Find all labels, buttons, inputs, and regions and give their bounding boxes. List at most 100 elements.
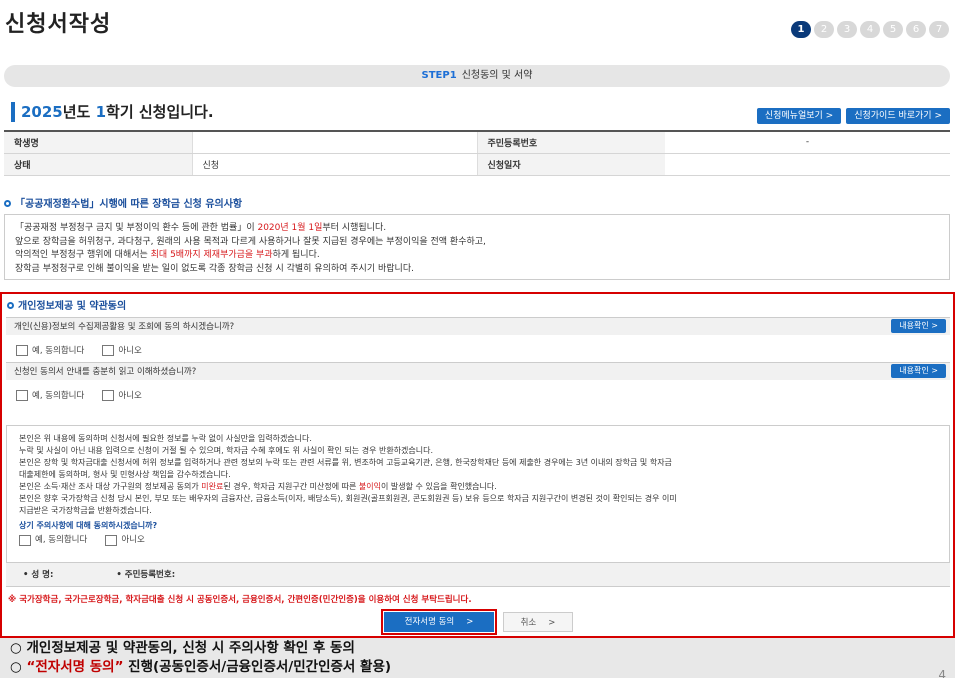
status-value: 신청 xyxy=(191,153,478,176)
student-name-label: 학생명 xyxy=(4,131,192,154)
student-name-value xyxy=(191,131,478,154)
option-label: 아니오 xyxy=(118,391,142,401)
step-6: 6 xyxy=(906,21,926,38)
step-2: 2 xyxy=(814,21,834,38)
notice-line: 장학금 부정청구로 인해 불이익을 받는 일이 없도록 각종 장학금 신청 시 … xyxy=(15,263,939,277)
rrn-label: 주민등록번호 xyxy=(477,131,665,154)
checkbox[interactable] xyxy=(19,534,31,546)
step-bar: STEP1 신청동의 및 서약 xyxy=(4,65,950,87)
pledge-question: 상기 주의사항에 대해 동의하시겠습니까? xyxy=(19,521,158,530)
notice-text: 부터 시행됩니다. xyxy=(322,223,387,233)
chevron-right-icon: > xyxy=(548,618,556,628)
apply-date-value xyxy=(665,153,950,176)
e-signature-agree-button[interactable]: 전자서명 동의 > xyxy=(384,612,494,632)
step-bar-step: STEP1 xyxy=(421,70,457,81)
manual-view-button[interactable]: 신청메뉴얼보기 > xyxy=(756,108,842,124)
pledge-line: 본인은 위 내용에 동의하며 신청서에 필요한 정보를 누락 없이 사실만을 입… xyxy=(19,433,937,445)
semester-year-suffix: 년도 xyxy=(62,103,91,121)
notice-highlight: 2020년 1월 1일 xyxy=(257,223,323,233)
checkbox[interactable] xyxy=(102,389,115,401)
checkbox[interactable] xyxy=(16,344,28,356)
status-label: 상태 xyxy=(4,153,192,176)
footer-rest: 진행(공동인증서/금융인증서/민간인증서 활용) xyxy=(123,659,392,675)
certificate-warning: ※ 국가장학금, 국가근로장학금, 학자금대출 신청 시 공동인증서, 금융인증… xyxy=(8,595,472,605)
notice-line: 악의적인 부정청구 행위에 대해서는 최대 5배까지 제재부가금을 부과하게 됩… xyxy=(15,249,939,263)
pledge-text: 된 경우, 학자금 지원구간 미산정에 따른 xyxy=(223,482,359,491)
disagree-option[interactable]: 아니오 xyxy=(102,344,142,356)
page-title: 신청서작성 xyxy=(5,12,112,37)
notice-box: 「공공재정 부정청구 금지 및 부정이익 환수 등에 관한 법률」이 2020년… xyxy=(4,214,950,280)
pledge-text: 본인은 소득·재산 조사 대상 가구원의 정보제공 동의가 xyxy=(19,482,202,491)
pledge-highlight: 미완료 xyxy=(201,482,224,491)
circle-bullet-icon xyxy=(4,199,11,207)
notice-text: 앞으로 장학금을 허위청구, 과다청구, 원래의 사용 목적과 다르게 사용하거… xyxy=(15,236,486,247)
semester-term-suffix: 학기 신청입니다. xyxy=(106,103,214,121)
step-7: 7 xyxy=(929,21,949,38)
pledge-text: 본인은 장학 및 학자금대출 신청서에 허위 정보를 입력하거나 관련 정보의 … xyxy=(19,458,672,467)
question-text: 신청인 동의서 안내를 충분히 읽고 이해하셨습니까? xyxy=(14,367,197,377)
step-1: 1 xyxy=(791,21,811,38)
consent-section-title: 개인정보제공 및 약관동의 xyxy=(7,297,126,312)
guide-link-button[interactable]: 신청가이드 바로가기 > xyxy=(846,108,950,124)
checkbox[interactable] xyxy=(102,344,115,356)
notice-text: 「공공재정 부정청구 금지 및 부정이익 환수 등에 관한 법률」이 xyxy=(15,223,258,233)
agree-option[interactable]: 예, 동의합니다 xyxy=(16,389,84,401)
pledge-options: 예, 동의합니다 아니오 xyxy=(19,534,937,546)
notice-title-text: 「공공재정환수법」시행에 따른 장학금 신청 유의사항 xyxy=(15,199,243,210)
notice-text: 하게 됩니다. xyxy=(272,250,320,260)
notice-text: 악의적인 부정청구 행위에 대해서는 xyxy=(15,250,151,260)
step-5: 5 xyxy=(883,21,903,38)
footer-line-2: ○ “전자서명 동의” 진행(공동인증서/금융인증서/민간인증서 활용) xyxy=(10,658,945,677)
pledge-line: 본인은 향후 국가장학금 신청 당시 본인, 부모 또는 배우자의 금융자산, … xyxy=(19,493,937,505)
pledge-line: 본인은 소득·재산 조사 대상 가구원의 정보제공 동의가 미완료된 경우, 학… xyxy=(19,481,937,493)
cancel-button[interactable]: 취소 > xyxy=(503,612,573,632)
consent-question-2: 신청인 동의서 안내를 충분히 읽고 이해하셨습니까? 내용확인 > xyxy=(6,362,950,380)
footer-highlight: “전자서명 동의” xyxy=(26,659,124,675)
consent-options-2: 예, 동의합니다 아니오 xyxy=(16,389,160,401)
pledge-line: 지급받은 국가장학금을 반환하겠습니다. xyxy=(19,505,937,517)
apply-date-label: 신청일자 xyxy=(477,153,665,176)
pledge-highlight: 불이익 xyxy=(358,482,382,491)
pledge-box: 본인은 위 내용에 동의하며 신청서에 필요한 정보를 누락 없이 사실만을 입… xyxy=(6,425,950,580)
question-text: 개인(신용)정보의 수집제공활용 및 조회에 동의 하시겠습니까? xyxy=(14,322,235,332)
agree-option[interactable]: 예, 동의합니다 xyxy=(19,534,87,546)
signer-rrn-label: • 주민등록번호: xyxy=(116,570,176,580)
notice-text: 장학금 부정청구로 인해 불이익을 받는 일이 없도록 각종 장학금 신청 시 … xyxy=(15,263,414,274)
pledge-line: 대출제한에 동의하며, 형사 및 민형사상 책임을 감수하겠습니다. xyxy=(19,469,937,481)
button-label: 전자서명 동의 xyxy=(404,617,455,627)
semester-term: 1 xyxy=(95,103,107,121)
notice-line: 앞으로 장학금을 허위청구, 과다청구, 원래의 사용 목적과 다르게 사용하거… xyxy=(15,236,939,250)
top-buttons: 신청메뉴얼보기 > 신청가이드 바로가기 > xyxy=(756,108,950,124)
action-buttons: 전자서명 동의 > 취소 > xyxy=(381,609,573,635)
applicant-info-table: 학생명 주민등록번호 - 상태 신청 신청일자 xyxy=(4,130,950,176)
table-row: 상태 신청 신청일자 xyxy=(4,153,950,176)
disagree-option[interactable]: 아니오 xyxy=(105,534,145,546)
button-label: 취소 xyxy=(520,618,537,628)
consent-question-1: 개인(신용)정보의 수집제공활용 및 조회에 동의 하시겠습니까? 내용확인 > xyxy=(6,317,950,335)
sign-button-highlight: 전자서명 동의 > xyxy=(381,609,497,635)
consent-title-text: 개인정보제공 및 약관동의 xyxy=(18,301,127,312)
disagree-option[interactable]: 아니오 xyxy=(102,389,142,401)
chevron-right-icon: > xyxy=(466,617,474,627)
checkbox[interactable] xyxy=(16,389,28,401)
pledge-line: 누락 및 사실이 아닌 내용 입력으로 신청이 거절 될 수 있으며, 학자금 … xyxy=(19,445,937,457)
pledge-text: 누락 및 사실이 아닌 내용 입력으로 신청이 거절 될 수 있으며, 학자금 … xyxy=(19,446,434,455)
pledge-line: 본인은 장학 및 학자금대출 신청서에 허위 정보를 입력하거나 관련 정보의 … xyxy=(19,457,937,469)
notice-highlight: 최대 5배까지 제재부가금을 부과 xyxy=(150,250,273,260)
view-content-button-2[interactable]: 내용확인 > xyxy=(891,364,946,378)
step-indicator: 1 2 3 4 5 6 7 xyxy=(791,21,949,38)
step-4: 4 xyxy=(860,21,880,38)
pledge-text: 본인은 향후 국가장학금 신청 당시 본인, 부모 또는 배우자의 금융자산, … xyxy=(19,494,677,503)
step-3: 3 xyxy=(837,21,857,38)
table-row: 학생명 주민등록번호 - xyxy=(4,131,950,154)
signer-name-label: • 성 명: xyxy=(23,570,54,580)
option-label: 아니오 xyxy=(121,535,145,545)
footer-line-1: ○ 개인정보제공 및 약관동의, 신청 시 주의사항 확인 후 동의 xyxy=(10,640,355,656)
rrn-value: - xyxy=(665,131,950,154)
option-label: 예, 동의합니다 xyxy=(32,391,85,401)
checkbox[interactable] xyxy=(105,534,118,546)
notice-line: 「공공재정 부정청구 금지 및 부정이익 환수 등에 관한 법률」이 2020년… xyxy=(15,222,939,236)
notice-section-title: 「공공재정환수법」시행에 따른 장학금 신청 유의사항 xyxy=(4,195,242,210)
view-content-button-1[interactable]: 내용확인 > xyxy=(891,319,946,333)
agree-option[interactable]: 예, 동의합니다 xyxy=(16,344,84,356)
